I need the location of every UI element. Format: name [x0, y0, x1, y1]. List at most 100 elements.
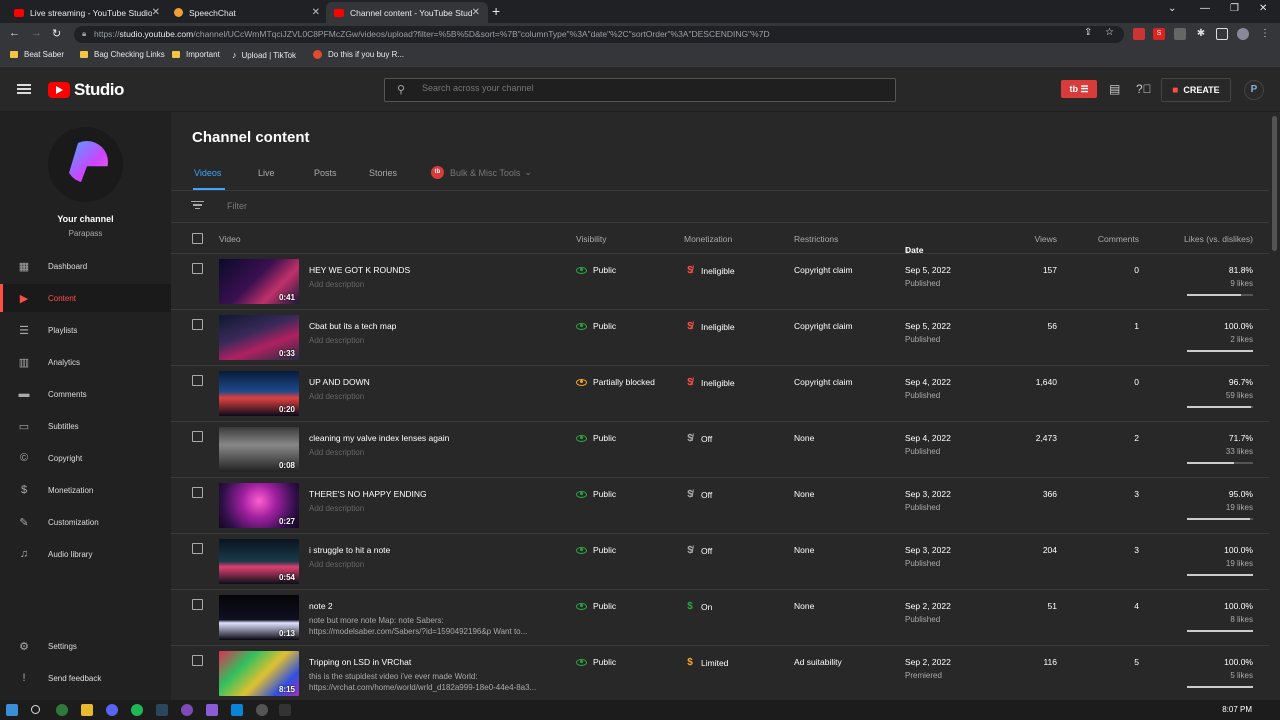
bulk-tools-dropdown[interactable]: tb Bulk & Misc Tools ⌄	[431, 166, 532, 179]
sidebar-item-subtitles[interactable]: ▭ Subtitles	[0, 412, 171, 440]
app-icon[interactable]	[256, 704, 268, 716]
monetization-cell[interactable]: $̸ Off	[686, 545, 712, 556]
video-thumbnail[interactable]: 0:54	[219, 539, 299, 584]
sidebar-item-copyright[interactable]: © Copyright	[0, 444, 171, 472]
tab-search-icon[interactable]: ⌄	[1168, 3, 1176, 14]
search-icon[interactable]	[31, 705, 40, 714]
bookmark-link[interactable]: ♪ Upload | TikTok	[232, 50, 296, 60]
sidebar-item-settings[interactable]: ⚙ Settings	[0, 632, 171, 660]
row-checkbox[interactable]	[192, 263, 203, 274]
back-icon[interactable]: ←	[9, 27, 20, 39]
video-title[interactable]: cleaning my valve index lenses again	[309, 433, 539, 443]
column-header-views[interactable]: Views	[1034, 234, 1057, 244]
restrictions-cell[interactable]: None	[794, 489, 814, 499]
obs-icon[interactable]	[181, 704, 193, 716]
table-row[interactable]: 0:33 Cbat but its a tech map Add descripti…	[171, 310, 1269, 366]
messages-icon[interactable]: ▤	[1109, 82, 1120, 96]
minimize-icon[interactable]: —	[1200, 3, 1210, 14]
restrictions-cell[interactable]: None	[794, 545, 814, 555]
row-checkbox[interactable]	[192, 543, 203, 554]
video-thumbnail[interactable]: 0:27	[219, 483, 299, 528]
reload-icon[interactable]: ↻	[52, 27, 61, 40]
visibility-cell[interactable]: Partially blocked	[576, 377, 655, 387]
monetization-cell[interactable]: $̸ Off	[686, 433, 712, 444]
video-thumbnail[interactable]: 0:41	[219, 259, 299, 304]
row-checkbox[interactable]	[192, 375, 203, 386]
studio-logo-text[interactable]: Studio	[74, 80, 124, 100]
menu-dots-icon[interactable]: ⋮	[1259, 28, 1271, 40]
close-tab-icon[interactable]: ✕	[312, 7, 320, 18]
sidebar-item-feedback[interactable]: ! Send feedback	[0, 664, 171, 692]
tab-live[interactable]: Live	[258, 168, 275, 178]
select-all-checkbox[interactable]	[192, 233, 203, 244]
visibility-cell[interactable]: Public	[576, 601, 616, 611]
app-icon[interactable]	[231, 704, 243, 716]
restrictions-cell[interactable]: Copyright claim	[794, 265, 853, 275]
filter-icon[interactable]	[191, 201, 204, 210]
video-title[interactable]: THERE'S NO HAPPY ENDING	[309, 489, 539, 499]
search-box[interactable]: ⚲	[384, 78, 896, 102]
browser-tab-active[interactable]: Channel content - YouTube Studio ✕	[326, 2, 488, 23]
sidebar-item-monetization[interactable]: $ Monetization	[0, 476, 171, 504]
browser-tab[interactable]: Live streaming - YouTube Studio ✕	[6, 2, 168, 23]
steam-icon[interactable]	[156, 704, 168, 716]
restrictions-cell[interactable]: None	[794, 601, 814, 611]
sidebar-item-audio-library[interactable]: ♫ Audio library	[0, 540, 171, 568]
monetization-cell[interactable]: $̸ Ineligible	[686, 321, 734, 332]
visibility-cell[interactable]: Public	[576, 265, 616, 275]
column-header-comments[interactable]: Comments	[1098, 234, 1139, 244]
restrictions-cell[interactable]: None	[794, 433, 814, 443]
hamburger-menu-icon[interactable]	[17, 84, 31, 94]
row-checkbox[interactable]	[192, 431, 203, 442]
bookmark-star-icon[interactable]: ☆	[1105, 27, 1114, 38]
row-checkbox[interactable]	[192, 599, 203, 610]
monetization-cell[interactable]: $ On	[686, 601, 712, 612]
monetization-cell[interactable]: $̸ Ineligible	[686, 377, 734, 388]
visibility-cell[interactable]: Public	[576, 545, 616, 555]
bookmark-folder[interactable]: Bag Checking Links	[80, 50, 165, 59]
extension-icon[interactable]	[1174, 28, 1186, 40]
filter-input[interactable]: Filter	[227, 201, 247, 211]
restrictions-cell[interactable]: Copyright claim	[794, 377, 853, 387]
tab-videos[interactable]: Videos	[194, 168, 221, 178]
spotify-icon[interactable]	[131, 704, 143, 716]
create-button[interactable]: ■ CREATE	[1161, 78, 1231, 102]
share-icon[interactable]: ⇪	[1084, 27, 1092, 38]
sidebar-item-content[interactable]: ▶ Content	[0, 284, 171, 312]
tab-posts[interactable]: Posts	[314, 168, 337, 178]
table-row[interactable]: 0:13 note 2 note but more note Map: note S…	[171, 590, 1269, 646]
forward-icon[interactable]: →	[31, 27, 42, 39]
row-checkbox[interactable]	[192, 487, 203, 498]
row-checkbox[interactable]	[192, 655, 203, 666]
monetization-cell[interactable]: $̸ Off	[686, 489, 712, 500]
video-thumbnail[interactable]: 0:08	[219, 427, 299, 472]
browser-tab[interactable]: SpeechChat ✕	[166, 2, 328, 23]
column-header-likes[interactable]: Likes (vs. dislikes)	[1184, 234, 1253, 244]
visibility-cell[interactable]: Public	[576, 433, 616, 443]
column-header-monetization[interactable]: Monetization	[684, 234, 732, 244]
table-row[interactable]: 0:20 UP AND DOWN Add description Partially …	[171, 366, 1269, 422]
table-row[interactable]: 0:08 cleaning my valve index lenses again…	[171, 422, 1269, 478]
video-thumbnail[interactable]: 8:15	[219, 651, 299, 696]
close-tab-icon[interactable]: ✕	[472, 7, 480, 18]
visual-studio-icon[interactable]	[206, 704, 218, 716]
video-title[interactable]: note 2	[309, 601, 539, 611]
video-thumbnail[interactable]: 0:20	[219, 371, 299, 416]
restrictions-cell[interactable]: Copyright claim	[794, 321, 853, 331]
video-title[interactable]: UP AND DOWN	[309, 377, 539, 387]
table-row[interactable]: 0:27 THERE'S NO HAPPY ENDING Add descripti…	[171, 478, 1269, 534]
visibility-cell[interactable]: Public	[576, 657, 616, 667]
sidebar-item-playlists[interactable]: ☰ Playlists	[0, 316, 171, 344]
video-title[interactable]: Cbat but its a tech map	[309, 321, 539, 331]
sidebar-item-analytics[interactable]: ▥ Analytics	[0, 348, 171, 376]
scrollbar-thumb[interactable]	[1272, 116, 1277, 251]
monetization-cell[interactable]: $̸ Ineligible	[686, 265, 734, 276]
video-title[interactable]: Tripping on LSD in VRChat	[309, 657, 539, 667]
search-input[interactable]	[422, 83, 882, 93]
side-panel-icon[interactable]	[1216, 28, 1228, 40]
bookmark-folder[interactable]: Beat Saber	[10, 50, 64, 59]
table-row[interactable]: 0:41 HEY WE GOT K ROUNDS Add description Pu…	[171, 254, 1269, 310]
restrictions-cell[interactable]: Ad suitability	[794, 657, 842, 667]
restore-icon[interactable]: ❐	[1230, 3, 1239, 14]
new-tab-icon[interactable]: +	[492, 3, 500, 19]
